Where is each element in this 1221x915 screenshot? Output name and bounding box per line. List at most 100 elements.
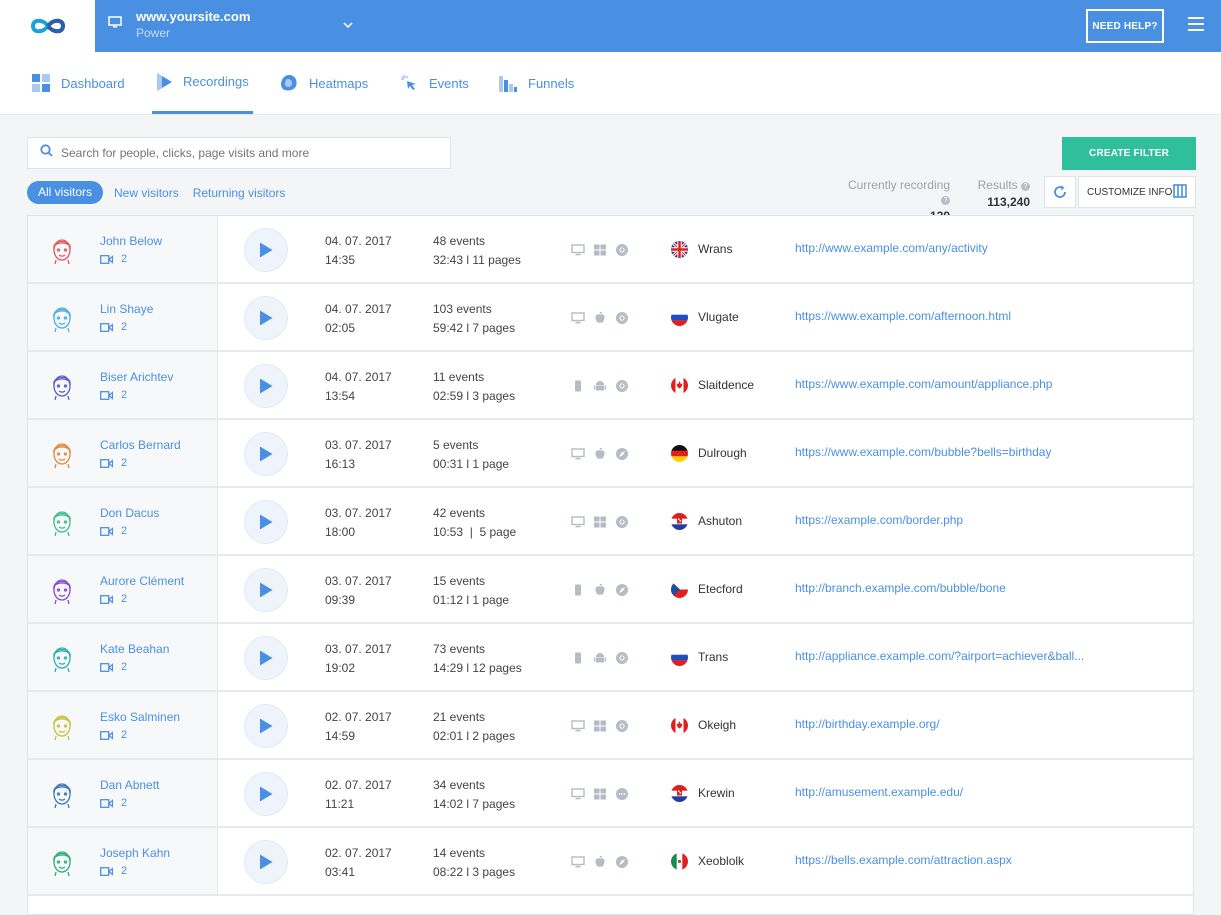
recording-row[interactable]: Joseph Kahn 2 02. 07. 2017 03:41 14 events 08… — [28, 828, 1193, 896]
play-button[interactable] — [244, 500, 288, 544]
page-url-link[interactable]: http://amusement.example.edu/ — [795, 785, 963, 799]
filter-returning-visitors[interactable]: Returning visitors — [193, 186, 286, 200]
play-button[interactable] — [244, 568, 288, 612]
visitor-cell: Kate Beahan 2 — [28, 624, 218, 690]
chrome-browser-icon — [615, 515, 629, 529]
need-help-button[interactable]: NEED HELP? — [1086, 9, 1164, 43]
duration-pages: 08:22 l 3 pages — [433, 865, 516, 879]
play-icon — [260, 854, 273, 870]
event-count: 42 events — [433, 506, 486, 520]
system-info — [571, 515, 637, 529]
site-plan: Power — [136, 26, 171, 40]
visitor-name-link[interactable]: Dan Abnett — [100, 778, 159, 792]
tab-recordings[interactable]: Recordings — [152, 52, 253, 114]
tab-dashboard[interactable]: Dashboard — [32, 52, 125, 114]
page-url-link[interactable]: http://birthday.example.org/ — [795, 717, 940, 731]
visitor-name-link[interactable]: Esko Salminen — [100, 710, 180, 724]
funnel-icon — [499, 74, 517, 92]
customize-info-button[interactable]: CUSTOMIZE INFO — [1078, 176, 1196, 208]
page-url-link[interactable]: https://bells.example.com/attraction.asp… — [795, 853, 1012, 867]
visitor-name-link[interactable]: John Below — [100, 234, 162, 248]
page-url-link[interactable]: https://www.example.com/bubble?bells=bir… — [795, 445, 1051, 459]
play-button[interactable] — [244, 364, 288, 408]
play-button[interactable] — [244, 296, 288, 340]
refresh-button[interactable] — [1044, 176, 1076, 208]
play-button[interactable] — [244, 636, 288, 680]
heatmap-icon — [280, 74, 298, 92]
help-icon[interactable]: ? — [941, 196, 950, 205]
play-icon — [260, 650, 273, 666]
recording-row[interactable]: Esko Salminen 2 02. 07. 2017 14:59 21 events… — [28, 692, 1193, 760]
recording-row[interactable]: Carlos Bernard 2 03. 07. 2017 16:13 5 events… — [28, 420, 1193, 488]
de-flag-icon — [671, 445, 688, 462]
desktop-icon — [571, 244, 585, 256]
visitor-name-link[interactable]: Lin Shaye — [100, 302, 153, 316]
play-button[interactable] — [244, 228, 288, 272]
page-url-link[interactable]: https://example.com/border.php — [795, 513, 963, 527]
menu-icon[interactable] — [1188, 17, 1204, 31]
visitor-cell: Aurore Clément 2 — [28, 556, 218, 622]
event-count: 34 events — [433, 778, 486, 792]
visitor-name-link[interactable]: Carlos Bernard — [100, 438, 181, 452]
search-bar — [27, 137, 451, 169]
results-stat: Results ? 113,240 — [970, 178, 1030, 209]
site-selector[interactable]: www.yoursite.com Power — [108, 8, 250, 41]
recording-row[interactable]: Dan Abnett 2 02. 07. 2017 11:21 34 events 14:… — [28, 760, 1193, 828]
create-filter-button[interactable]: CREATE FILTER — [1062, 137, 1196, 170]
tab-funnels[interactable]: Funnels — [499, 52, 574, 114]
tab-label: Funnels — [528, 75, 575, 91]
recording-row[interactable]: Lin Shaye 2 04. 07. 2017 02:05 103 events 59:… — [28, 284, 1193, 352]
play-icon — [260, 378, 273, 394]
tab-heatmaps[interactable]: Heatmaps — [280, 52, 368, 114]
ru-flag-icon — [671, 649, 688, 666]
visitor-name-link[interactable]: Biser Arichtev — [100, 370, 173, 384]
recording-count: 2 — [100, 661, 127, 673]
page-url-link[interactable]: http://branch.example.com/bubble/bone — [795, 581, 1006, 595]
visitor-name-link[interactable]: Joseph Kahn — [100, 846, 170, 860]
filter-new-visitors[interactable]: New visitors — [114, 186, 179, 200]
video-camera-icon — [100, 662, 113, 672]
event-count: 48 events — [433, 234, 486, 248]
recording-row[interactable]: Biser Arichtev 2 04. 07. 2017 13:54 11 event… — [28, 352, 1193, 420]
system-info — [571, 583, 637, 597]
refresh-icon — [1054, 185, 1066, 198]
play-button[interactable] — [244, 704, 288, 748]
chevron-down-icon[interactable] — [343, 17, 353, 31]
recording-time: 19:02 — [325, 661, 356, 675]
recording-count: 2 — [100, 593, 127, 605]
visitor-name-link[interactable]: Aurore Clément — [100, 574, 184, 588]
help-icon[interactable]: ? — [1021, 182, 1030, 191]
filter-all-visitors[interactable]: All visitors — [27, 181, 104, 204]
apple-icon — [593, 448, 607, 460]
currently-recording-label: Currently recording — [847, 178, 950, 192]
apple-icon — [593, 856, 607, 868]
chrome-browser-icon — [615, 719, 629, 733]
page-url-link[interactable]: https://www.example.com/amount/appliance… — [795, 377, 1052, 391]
page-url-link[interactable]: http://appliance.example.com/?airport=ac… — [795, 649, 1084, 663]
page-url-link[interactable]: https://www.example.com/afternoon.html — [795, 309, 1011, 323]
mx-flag-icon — [671, 853, 688, 870]
play-button[interactable] — [244, 840, 288, 884]
system-info — [571, 787, 637, 801]
logo[interactable] — [0, 0, 95, 52]
recording-date: 03. 07. 2017 — [325, 438, 392, 452]
recording-date: 02. 07. 2017 — [325, 710, 392, 724]
avatar — [46, 641, 78, 673]
avatar — [46, 845, 78, 877]
visitor-name-link[interactable]: Kate Beahan — [100, 642, 169, 656]
recording-row[interactable]: Kate Beahan 2 03. 07. 2017 19:02 73 events 14… — [28, 624, 1193, 692]
tab-events[interactable]: Events — [400, 52, 469, 114]
visitor-cell: Dan Abnett 2 — [28, 760, 218, 826]
recording-row[interactable]: Don Dacus 2 03. 07. 2017 18:00 42 events 10:5… — [28, 488, 1193, 556]
play-button[interactable] — [244, 432, 288, 476]
recording-row[interactable]: John Below 2 04. 07. 2017 14:35 48 events 32:… — [28, 216, 1193, 284]
desktop-icon — [571, 448, 585, 460]
hr-flag-icon — [671, 513, 688, 530]
visitor-name-link[interactable]: Don Dacus — [100, 506, 159, 520]
play-button[interactable] — [244, 772, 288, 816]
search-input[interactable] — [61, 146, 441, 160]
page-url-link[interactable]: http://www.example.com/any/activity — [795, 241, 988, 255]
recording-row[interactable]: Aurore Clément 2 03. 07. 2017 09:39 15 event… — [28, 556, 1193, 624]
other-browser-icon — [615, 787, 629, 801]
recording-time: 02:05 — [325, 321, 356, 335]
